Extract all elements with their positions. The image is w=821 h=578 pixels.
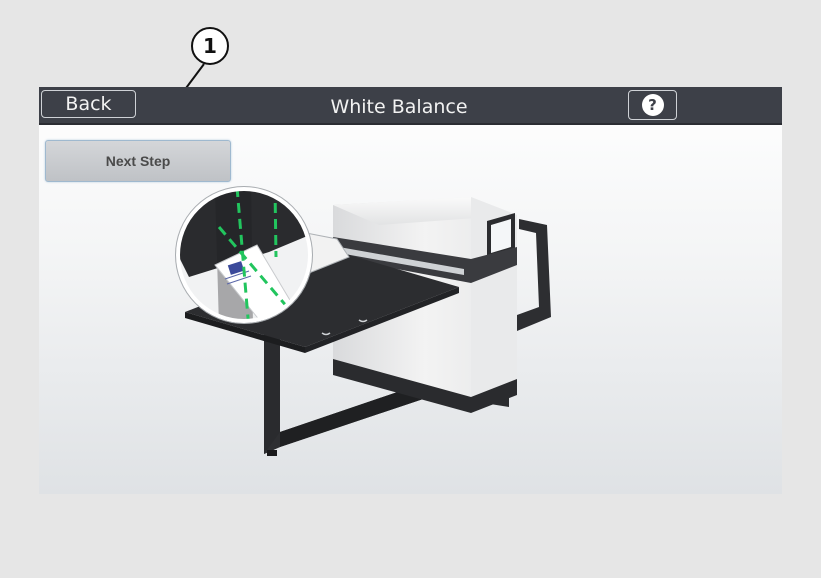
help-icon: ? [641, 94, 664, 116]
rear-frame [517, 219, 551, 331]
next-step-label: Next Step [105, 153, 171, 169]
help-button[interactable]: ? [628, 90, 677, 120]
callout-number: 1 [203, 34, 217, 58]
callout-marker: 1 [191, 27, 229, 65]
next-step-button[interactable]: Next Step [45, 140, 231, 182]
back-button-label: Back [65, 93, 112, 115]
scanner-screen: Back White Balance ? Next Step [39, 87, 782, 494]
back-button[interactable]: Back [41, 90, 136, 118]
page: 1 Back White Balance ? Next Step [0, 0, 821, 578]
title-bar: Back White Balance ? [39, 87, 782, 125]
page-title: White Balance [330, 96, 468, 118]
